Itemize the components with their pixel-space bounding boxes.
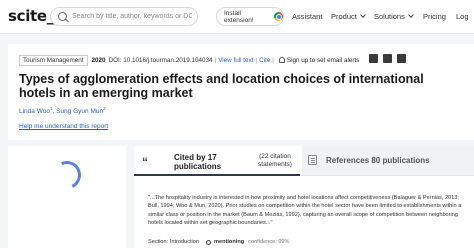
install-extension-label: Install extension! (224, 9, 254, 24)
nav-pricing[interactable]: Pricing (423, 12, 446, 21)
logo[interactable]: scite_ (8, 7, 54, 25)
nav-assistant[interactable]: Assistant (292, 12, 322, 21)
cite-link[interactable]: Cite (259, 57, 270, 64)
nav-product-label: Product (331, 12, 357, 21)
nav-solutions[interactable]: Solutions (374, 12, 414, 21)
article-meta: Tourism Management 2020 DOI: 10.1016/j.t… (19, 54, 359, 66)
search-box[interactable] (50, 7, 198, 26)
chevron-down-icon (408, 12, 414, 18)
bell-icon (278, 57, 285, 63)
citation-statements-count: (22 citation statements) (258, 153, 292, 168)
section-label: Section: (148, 239, 169, 245)
help-report-link[interactable]: Help me understand this report (19, 123, 108, 130)
mentioning-icon (206, 239, 212, 245)
citation-section-row: Section: Introduction mentioning confide… (148, 239, 290, 245)
citation-excerpt: "...The hospitality industry is interest… (148, 195, 462, 227)
email-alert-link[interactable]: Sign up to set email alerts (287, 57, 359, 64)
author-link[interactable]: Sung Gyun Mun (56, 108, 103, 115)
chevron-down-icon (360, 12, 366, 18)
top-bar: scite_ Install extension! Assistant Prod… (0, 0, 474, 34)
category-badge[interactable]: Tourism Management (19, 54, 88, 66)
separator: | (214, 56, 217, 64)
install-extension-button[interactable]: Install extension! (216, 7, 284, 26)
chrome-icon (274, 12, 283, 21)
section-name: Introduction (169, 239, 200, 245)
nav-product[interactable]: Product (331, 12, 366, 21)
search-icon (58, 12, 67, 21)
view-full-text-link[interactable]: View full text (218, 57, 253, 64)
twitter-icon[interactable] (369, 54, 378, 63)
citations-panel: “ Cited by 17 publications (22 citation … (134, 146, 474, 248)
nav-log-label: Log (456, 12, 469, 21)
quote-icon: “ (142, 155, 148, 169)
confidence-score: confidence: 99% (248, 239, 290, 245)
search-input[interactable] (72, 13, 192, 20)
smart-citation-panel (8, 146, 126, 248)
linkedin-icon[interactable] (397, 54, 406, 63)
separator: | (255, 56, 258, 64)
cited-by-label: Cited by 17 publications (174, 153, 222, 171)
author-list: Linda Woo1, Sung Gyun Mun2 (19, 106, 106, 115)
references-label: References 80 publications (326, 156, 430, 165)
loading-spinner-icon (49, 157, 85, 193)
author-affiliation: 2 (103, 106, 106, 111)
tab-cited-by[interactable]: “ Cited by 17 publications (22 citation … (134, 146, 300, 176)
nav-solutions-label: Solutions (374, 12, 405, 21)
document-icon (308, 155, 317, 165)
publication-year: 2020 (91, 56, 106, 64)
doi[interactable]: DOI: 10.1016/j.tourman.2019.104034 (109, 57, 213, 64)
article-title: Types of agglomeration effects and locat… (19, 72, 424, 100)
facebook-icon[interactable] (383, 54, 392, 63)
nav-log[interactable]: Log (456, 12, 469, 21)
nav-assistant-label: Assistant (292, 12, 323, 21)
tab-references[interactable]: References 80 publications (302, 146, 474, 176)
author-link[interactable]: Linda Woo (19, 108, 50, 115)
nav-pricing-label: Pricing (423, 12, 446, 21)
mentioning-label: mentioning (214, 239, 245, 245)
article-card: Tourism Management 2020 DOI: 10.1016/j.t… (8, 44, 474, 140)
separator: | (272, 56, 274, 64)
